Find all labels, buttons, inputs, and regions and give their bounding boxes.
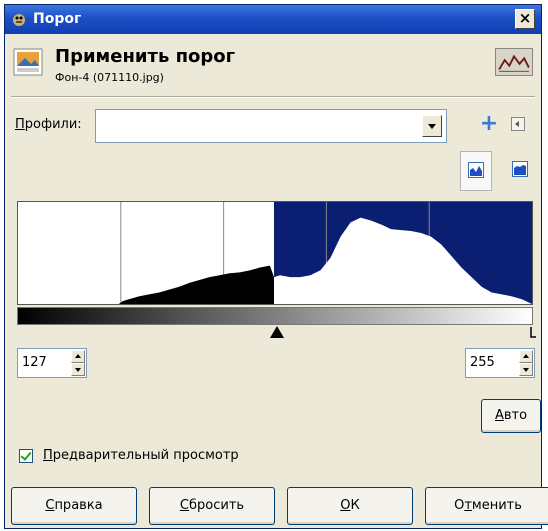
- title-bar[interactable]: Порог ×: [5, 5, 541, 34]
- auto-label: вто: [503, 408, 528, 423]
- image-icon: [13, 48, 43, 76]
- reset-mnemonic: С: [179, 498, 189, 513]
- cancel-mnemonic: т: [464, 498, 472, 513]
- histogram-chart: [18, 202, 532, 304]
- ok-mnemonic: О: [340, 498, 351, 513]
- low-threshold-value[interactable]: 127: [22, 355, 47, 370]
- preview-checkbox[interactable]: [19, 449, 33, 463]
- low-decrement-button[interactable]: [71, 363, 85, 376]
- high-increment-button[interactable]: [519, 350, 533, 363]
- gimp-icon: [13, 14, 25, 26]
- high-spin-buttons: [519, 350, 533, 376]
- preview-mnemonic: П: [43, 448, 53, 463]
- add-profile-icon[interactable]: +: [479, 113, 499, 135]
- dialog-header: Применить порог Фон-4 (071110.jpg): [5, 34, 541, 96]
- auto-button[interactable]: Авто: [481, 399, 541, 433]
- low-threshold-spinner[interactable]: 127: [17, 348, 87, 378]
- ok-button[interactable]: ОК: [287, 487, 413, 525]
- profiles-label-text: рофили:: [24, 117, 82, 132]
- preview-label-text: редварительный просмотр: [52, 448, 239, 463]
- histogram-area-below-threshold: [18, 265, 274, 304]
- ok-label: К: [350, 498, 360, 513]
- cancel-label: менить: [471, 498, 522, 513]
- cancel-label-pre: О: [454, 498, 465, 513]
- profiles-menu-icon[interactable]: [511, 117, 525, 131]
- preview-label[interactable]: Предварительный просмотр: [43, 448, 239, 463]
- profiles-label-mnemonic: П: [15, 117, 25, 132]
- high-threshold-handle[interactable]: [525, 326, 537, 338]
- window-title: Порог: [33, 11, 82, 27]
- value-gradient-bar: [17, 307, 533, 325]
- header-title: Применить порог: [55, 46, 236, 67]
- high-decrement-button[interactable]: [519, 363, 533, 376]
- header-separator: [11, 96, 535, 98]
- cancel-button[interactable]: Отменить: [425, 487, 548, 525]
- threshold-dialog: Порог × Применить порог Фон-4 (071110.jp…: [4, 4, 548, 529]
- close-icon: ×: [518, 9, 532, 27]
- help-label: правка: [54, 498, 103, 513]
- log-histogram-icon: [512, 161, 528, 177]
- low-spin-buttons: [71, 350, 85, 376]
- header-subtitle: Фон-4 (071110.jpg): [55, 71, 164, 84]
- linear-histogram-icon: [468, 162, 484, 178]
- low-threshold-handle[interactable]: [270, 326, 284, 338]
- profiles-label: Профили:: [15, 117, 82, 132]
- high-threshold-spinner[interactable]: 255: [465, 348, 535, 378]
- log-histogram-button[interactable]: [505, 151, 537, 191]
- chevron-down-icon[interactable]: [422, 115, 442, 137]
- image-thumbnail-icon: [495, 48, 533, 76]
- close-button[interactable]: ×: [515, 9, 535, 29]
- low-increment-button[interactable]: [71, 350, 85, 363]
- auto-mnemonic: А: [494, 408, 504, 423]
- reset-label: бросить: [189, 498, 245, 513]
- linear-histogram-button[interactable]: [460, 151, 492, 191]
- reset-button[interactable]: Сбросить: [149, 487, 275, 525]
- histogram[interactable]: [17, 201, 533, 305]
- profiles-combo[interactable]: [95, 109, 447, 143]
- high-threshold-value[interactable]: 255: [470, 355, 495, 370]
- help-button[interactable]: Справка: [11, 487, 137, 525]
